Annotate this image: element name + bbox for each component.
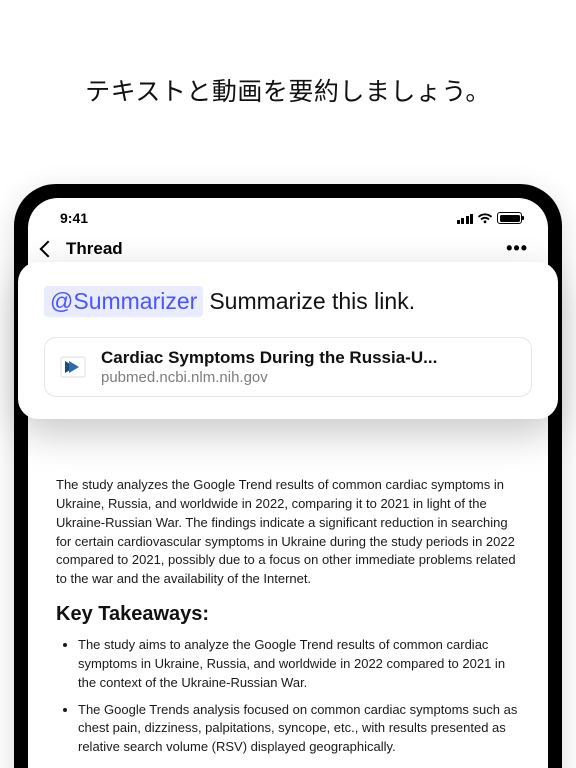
link-text-block: Cardiac Symptoms During the Russia-U... … <box>101 348 437 386</box>
site-favicon <box>59 353 87 381</box>
list-item: The study aims to analyze the Google Tre… <box>78 636 520 693</box>
prompt-text: Summarize this link. <box>209 288 415 315</box>
link-preview[interactable]: Cardiac Symptoms During the Russia-U... … <box>44 337 532 397</box>
back-button[interactable]: Thread <box>42 239 123 259</box>
link-domain: pubmed.ncbi.nlm.nih.gov <box>101 369 437 386</box>
key-takeaways-list: The study aims to analyze the Google Tre… <box>56 636 520 757</box>
cellular-icon <box>457 213 474 224</box>
status-icons <box>457 212 523 224</box>
link-title: Cardiac Symptoms During the Russia-U... <box>101 348 437 368</box>
chevron-left-icon <box>40 240 57 257</box>
prompt-card: @Summarizer Summarize this link. Cardiac… <box>18 262 558 419</box>
battery-icon <box>497 212 522 224</box>
status-time: 9:41 <box>60 210 88 226</box>
page-root: テキストと動画を要約しましょう。 9:41 <box>0 0 576 768</box>
mention-chip[interactable]: @Summarizer <box>44 286 203 317</box>
summary-paragraph: The study analyzes the Google Trend resu… <box>56 476 520 589</box>
prompt-line: @Summarizer Summarize this link. <box>44 286 532 317</box>
article-content: Summary: The study analyzes the Google T… <box>28 445 548 757</box>
nav-title: Thread <box>66 239 123 259</box>
more-button[interactable]: ••• <box>506 238 528 259</box>
list-item: The Google Trends analysis focused on co… <box>78 701 520 758</box>
key-takeaways-heading: Key Takeaways: <box>56 603 520 626</box>
status-bar: 9:41 <box>28 198 548 230</box>
wifi-icon <box>477 212 493 224</box>
marketing-headline: テキストと動画を要約しましょう。 <box>0 0 576 108</box>
